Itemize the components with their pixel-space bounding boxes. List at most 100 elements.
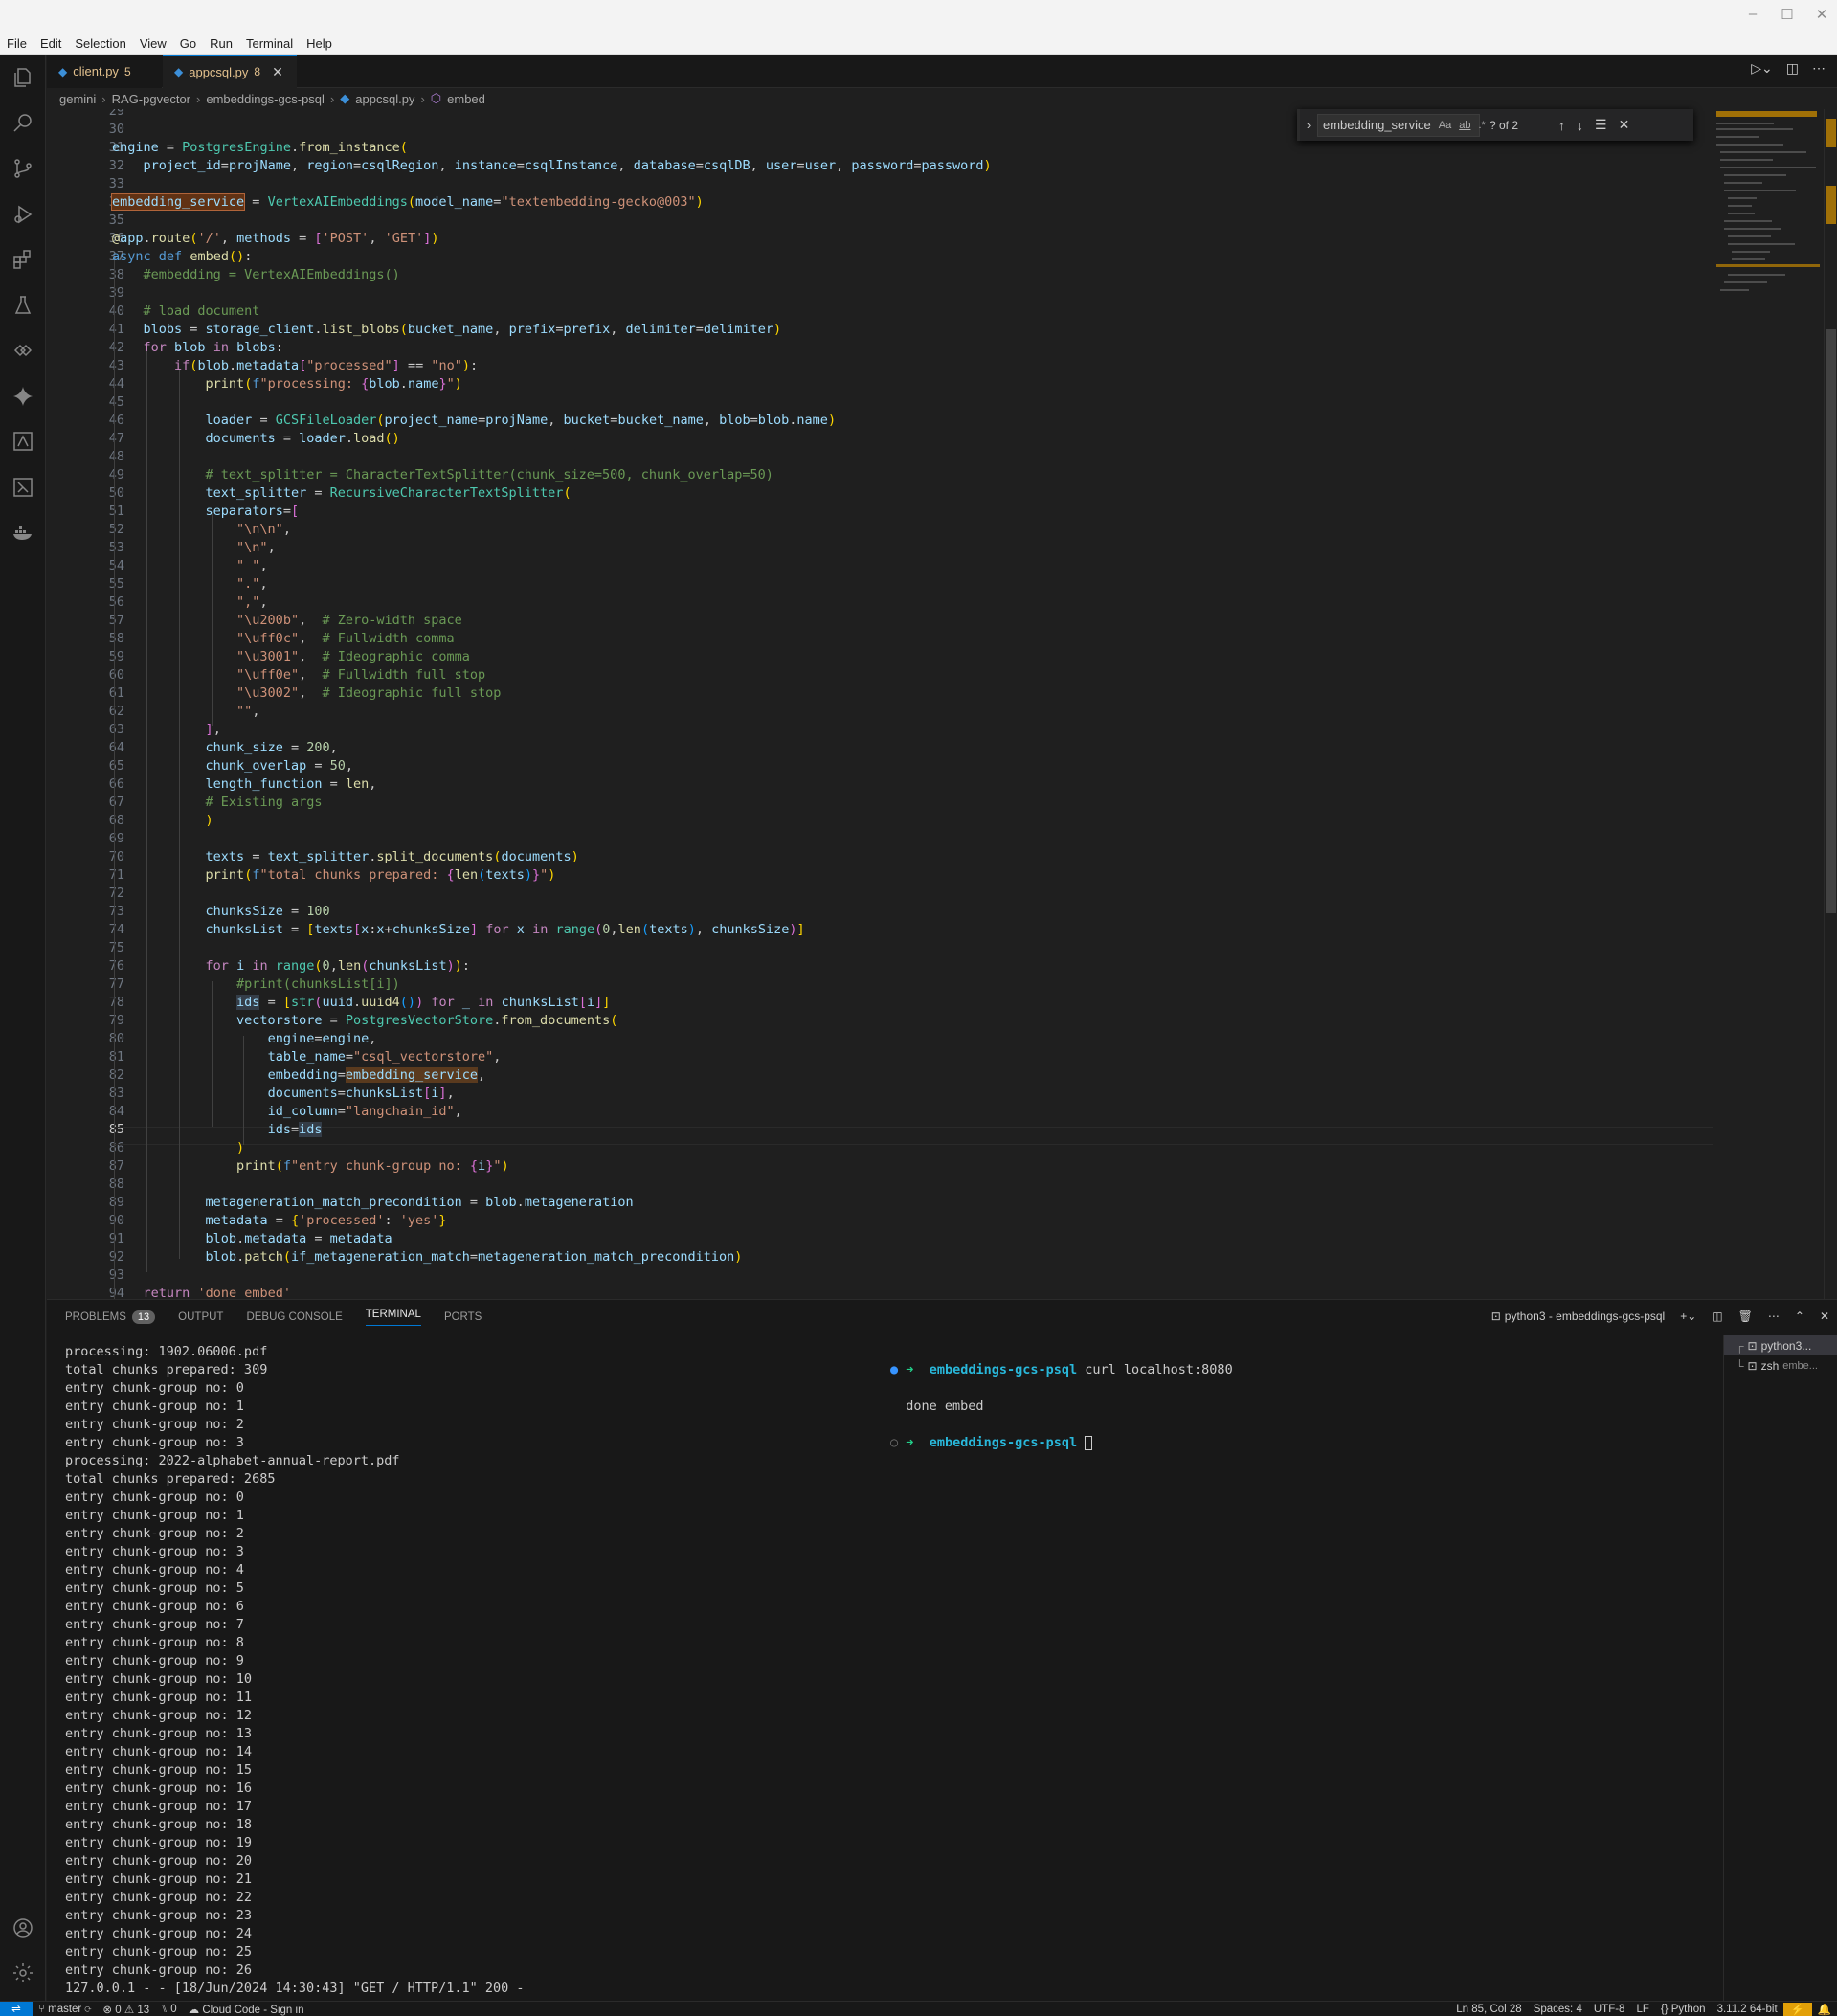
cloud-code-status[interactable]: ☁ Cloud Code - Sign in: [183, 2003, 310, 2016]
split-editor-icon[interactable]: ◫: [1786, 60, 1799, 77]
terminal-line: processing: 2022-alphabet-annual-report.…: [65, 1453, 400, 1468]
terminal-line: entry chunk-group no: 16: [65, 1781, 253, 1796]
code-line: metadata = {'processed': 'yes'}: [205, 1213, 447, 1228]
code-line: return 'done embed': [143, 1286, 291, 1299]
terminal-output-right[interactable]: ● ➜ embeddings-gcs-psql curl localhost:8…: [890, 1343, 1233, 1470]
find-widget: › embedding_service Aa ab .* ? of 2 ↑ ↓ …: [1297, 109, 1693, 141]
cloud-code-icon[interactable]: [10, 428, 36, 455]
run-python-icon[interactable]: ▷⌄: [1751, 60, 1773, 77]
new-terminal-icon[interactable]: +⌄: [1680, 1310, 1696, 1323]
remote-indicator-icon[interactable]: ⇌: [0, 2001, 33, 2016]
terminal-output-left[interactable]: processing: 1902.06006.pdf total chunks p…: [65, 1343, 525, 1998]
toggle-replace-icon[interactable]: ›: [1300, 118, 1317, 132]
settings-gear-icon[interactable]: [10, 1960, 36, 1986]
close-window-icon[interactable]: ✕: [1814, 6, 1829, 23]
previous-match-icon[interactable]: ↑: [1558, 118, 1565, 133]
split-terminal-icon[interactable]: ◫: [1712, 1310, 1722, 1323]
line-number: 88: [108, 1176, 124, 1192]
terminal-list-item-python3[interactable]: ┌ ⊡ python3...: [1724, 1335, 1837, 1355]
editor-scrollbar[interactable]: [1824, 109, 1837, 1299]
breadcrumb-item[interactable]: embeddings-gcs-psql: [206, 92, 325, 106]
menu-file[interactable]: File: [0, 34, 34, 54]
tab-problems[interactable]: PROBLEMS 13: [65, 1310, 156, 1324]
gemini-icon[interactable]: [10, 383, 36, 410]
indentation[interactable]: Spaces: 4: [1528, 2004, 1588, 2015]
python-interpreter[interactable]: 3.11.2 64-bit: [1712, 2004, 1783, 2015]
terminal-title[interactable]: python3 - embeddings-gcs-psql: [1505, 1310, 1665, 1323]
minimap[interactable]: [1713, 109, 1823, 301]
menu-selection[interactable]: Selection: [68, 34, 132, 54]
tab-debug-console[interactable]: DEBUG CONSOLE: [246, 1311, 342, 1323]
testing-icon[interactable]: [10, 292, 36, 319]
terminal-line: ○ ➜ embeddings-gcs-psql: [890, 1434, 1233, 1452]
menu-edit[interactable]: Edit: [34, 34, 68, 54]
tab-appcsql-py[interactable]: ◆ appcsql.py 8 ✕: [163, 55, 297, 88]
menu-run[interactable]: Run: [203, 34, 239, 54]
remote-explorer-icon[interactable]: [10, 337, 36, 364]
regex-icon[interactable]: .*: [1478, 120, 1485, 131]
search-icon[interactable]: [10, 110, 36, 137]
code-line: "\u3002", # Ideographic full stop: [236, 685, 502, 701]
match-case-icon[interactable]: Aa: [1439, 120, 1451, 131]
menu-view[interactable]: View: [133, 34, 173, 54]
code-editor[interactable]: 2930313233343536373839404142434445464748…: [47, 109, 1713, 1299]
close-panel-icon[interactable]: ✕: [1820, 1310, 1829, 1323]
tab-label: appcsql.py: [189, 64, 249, 79]
terminal-list-item-zsh[interactable]: └ ⊡ zsh embe...: [1724, 1355, 1837, 1376]
breadcrumb-item[interactable]: appcsql.py: [355, 92, 414, 106]
menu-terminal[interactable]: Terminal: [239, 34, 300, 54]
end-of-line[interactable]: LF: [1630, 2004, 1654, 2015]
problems-count-badge: 13: [131, 1310, 156, 1324]
code-line: for blob in blobs:: [143, 340, 283, 355]
source-control-icon[interactable]: [10, 155, 36, 182]
extensions-icon[interactable]: [10, 246, 36, 273]
more-actions-icon[interactable]: ⋯: [1812, 60, 1826, 77]
notifications-bell-icon[interactable]: 🔔: [1812, 2003, 1837, 2016]
code-line: documents=chunksList[i],: [267, 1086, 455, 1101]
menu-go[interactable]: Go: [173, 34, 203, 54]
breadcrumb-item[interactable]: RAG-pgvector: [112, 92, 190, 106]
problems-indicator[interactable]: ⊗ 0 ⚠ 13: [97, 2003, 155, 2016]
close-tab-icon[interactable]: ✕: [272, 64, 283, 80]
breadcrumb-item[interactable]: gemini: [59, 92, 96, 106]
tab-output[interactable]: OUTPUT: [178, 1311, 223, 1323]
breadcrumb-item[interactable]: embed: [447, 92, 485, 106]
tab-terminal[interactable]: TERMINAL: [365, 1309, 421, 1326]
accounts-icon[interactable]: [10, 1915, 36, 1941]
match-whole-word-icon[interactable]: ab: [1459, 120, 1470, 131]
minimize-icon[interactable]: –: [1745, 6, 1760, 23]
code-line: chunksSize = 100: [205, 904, 330, 919]
next-match-icon[interactable]: ↓: [1577, 118, 1583, 133]
tab-ports[interactable]: PORTS: [444, 1311, 482, 1323]
find-in-selection-icon[interactable]: ☰: [1595, 117, 1607, 133]
encoding[interactable]: UTF-8: [1588, 2004, 1631, 2015]
language-mode[interactable]: {} Python: [1655, 2004, 1712, 2015]
find-input[interactable]: embedding_service Aa ab .*: [1317, 113, 1486, 137]
code-line: table_name="csql_vectorstore",: [267, 1049, 502, 1064]
code-line: text_splitter = RecursiveCharacterTextSp…: [205, 485, 571, 501]
tab-label: client.py: [73, 64, 119, 78]
terminal-line: entry chunk-group no: 6: [65, 1599, 244, 1614]
terminal-line: entry chunk-group no: 10: [65, 1671, 253, 1687]
tab-client-py[interactable]: ◆ client.py 5: [47, 55, 162, 88]
ports-indicator[interactable]: ⑊ 0: [155, 2004, 183, 2015]
code-line: embedding=embedding_service,: [267, 1067, 486, 1083]
run-debug-icon[interactable]: [10, 201, 36, 228]
close-find-icon[interactable]: ✕: [1619, 117, 1630, 133]
docker-icon[interactable]: [10, 519, 36, 546]
kubernetes-icon[interactable]: [10, 474, 36, 501]
cursor-position[interactable]: Ln 85, Col 28: [1450, 2004, 1527, 2015]
menu-help[interactable]: Help: [300, 34, 339, 54]
more-actions-icon[interactable]: ⋯: [1768, 1310, 1780, 1323]
explorer-icon[interactable]: [10, 64, 36, 91]
copilot-icon[interactable]: ⚡: [1782, 2003, 1812, 2016]
code-line: ids = [str(uuid.uuid4()) for _ in chunks…: [236, 995, 611, 1010]
terminal-line: entry chunk-group no: 24: [65, 1926, 253, 1941]
trash-icon[interactable]: 🗑: [1738, 1310, 1753, 1323]
branch-indicator[interactable]: ⑂ master ⟳: [33, 2004, 97, 2015]
maximize-icon[interactable]: ☐: [1780, 6, 1795, 23]
code-line: ".",: [236, 576, 268, 592]
code-line: vectorstore = PostgresVectorStore.from_d…: [236, 1013, 618, 1028]
terminal-line: entry chunk-group no: 15: [65, 1762, 253, 1778]
maximize-panel-icon[interactable]: ⌃: [1795, 1310, 1804, 1323]
